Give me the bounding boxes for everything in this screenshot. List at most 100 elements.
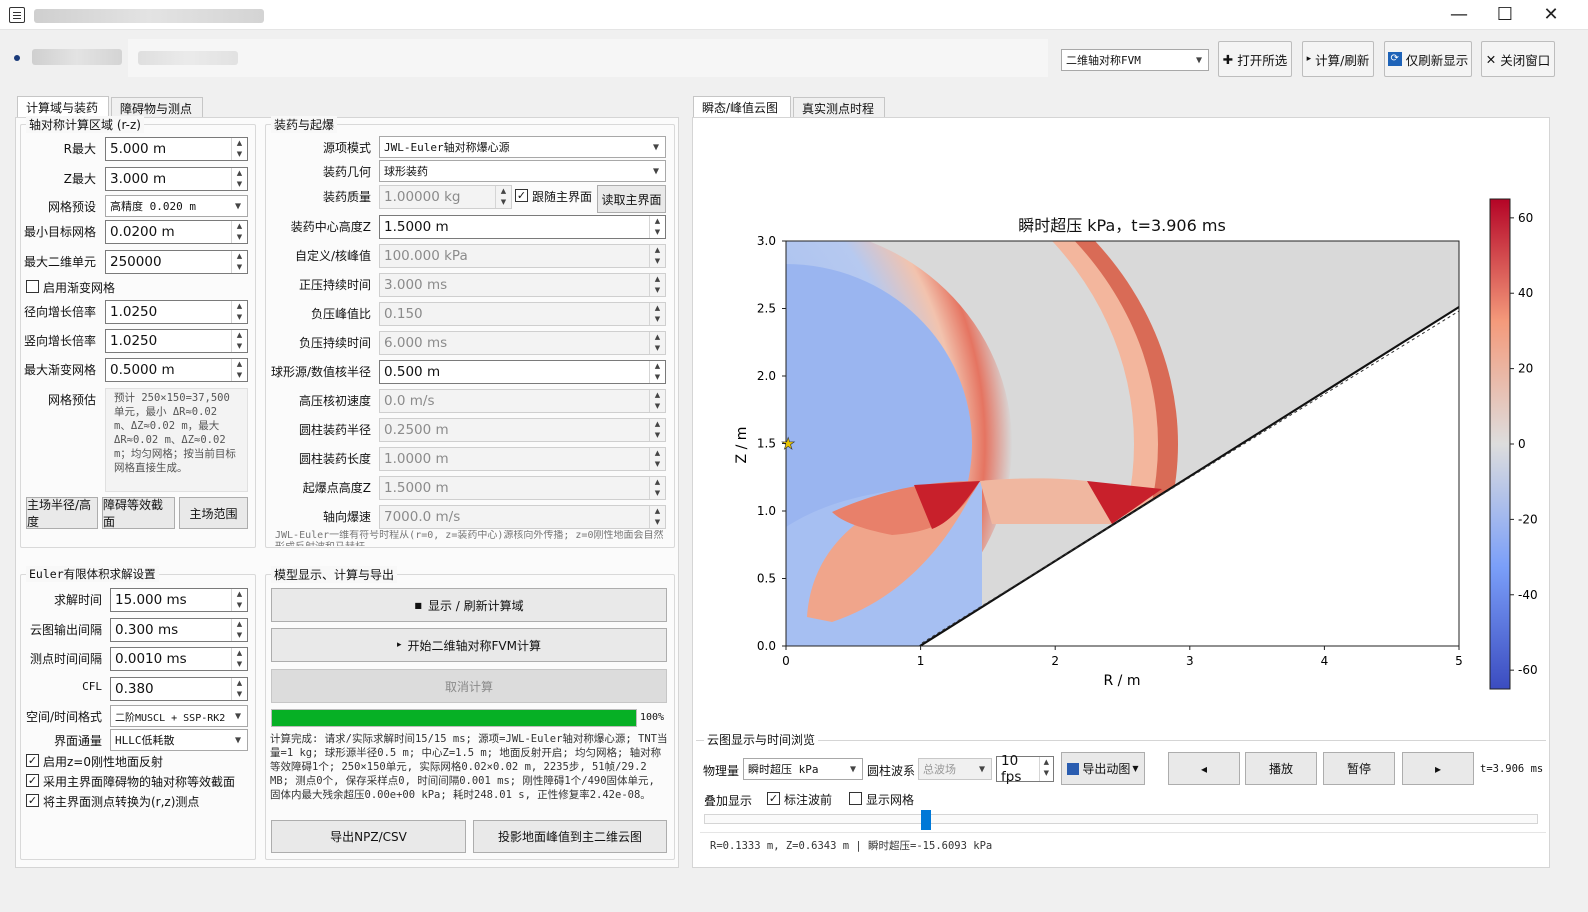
- pause-button[interactable]: 暂停: [1323, 752, 1395, 785]
- charge-row-input[interactable]: 0.500 m ▲ ▼: [379, 360, 666, 384]
- cancel-compute-button[interactable]: 取消计算: [271, 669, 667, 703]
- spin-arrows-icon[interactable]: ▲ ▼: [231, 330, 247, 352]
- spin-arrows-icon[interactable]: ▲ ▼: [231, 138, 247, 160]
- vertical-growth-input[interactable]: 1.0250 ▲ ▼: [105, 329, 248, 353]
- spin-arrows-icon[interactable]: ▲ ▼: [649, 332, 665, 354]
- maximize-button[interactable]: ☐: [1482, 0, 1528, 30]
- time-slider-track[interactable]: [704, 814, 1538, 824]
- charge-row-input[interactable]: 0.0 m/s ▲ ▼: [379, 389, 666, 413]
- spin-arrows-icon[interactable]: ▲ ▼: [649, 448, 665, 470]
- min-cell-input[interactable]: 0.0200 m ▲ ▼: [105, 220, 248, 244]
- main-radius-height-button[interactable]: 主场半径/高度: [26, 497, 98, 529]
- probe-interval-input[interactable]: 0.0010 ms ▲ ▼: [110, 647, 248, 671]
- charge-row-input[interactable]: 7000.0 m/s ▲ ▼: [379, 505, 666, 529]
- ground-reflection-checkbox[interactable]: ✓: [26, 754, 39, 767]
- spin-arrows-icon[interactable]: ▲ ▼: [649, 361, 665, 383]
- radial-growth-input[interactable]: 1.0250 ▲ ▼: [105, 300, 248, 324]
- time-slider-thumb[interactable]: [920, 810, 931, 830]
- mesh-preset-select[interactable]: 高精度 0.020 m ▼: [105, 195, 248, 217]
- charge-row-input[interactable]: 100.000 kPa ▲ ▼: [379, 244, 666, 268]
- zmax-input[interactable]: 3.000 m ▲ ▼: [105, 167, 248, 191]
- spin-arrows-icon[interactable]: ▲ ▼: [649, 419, 665, 441]
- spin-arrows-icon[interactable]: ▲ ▼: [649, 390, 665, 412]
- charge-mass-input[interactable]: 1.00000 kg ▲ ▼: [379, 185, 512, 209]
- progress-fill: [272, 710, 636, 726]
- physics-select[interactable]: 瞬时超压 kPa ▼: [743, 758, 863, 780]
- solve-time-input[interactable]: 15.000 ms ▲ ▼: [110, 588, 248, 612]
- rmax-input[interactable]: 5.000 m ▲ ▼: [105, 137, 248, 161]
- max-gradual-input[interactable]: 0.5000 m ▲ ▼: [105, 358, 248, 382]
- mark-front-checkbox[interactable]: ✓: [767, 792, 780, 805]
- refresh-icon: ⟳: [1387, 52, 1402, 66]
- flux-select[interactable]: HLLC低耗散 ▼: [110, 729, 248, 751]
- main-range-button[interactable]: 主场范围: [179, 497, 248, 529]
- spin-arrows-icon[interactable]: ▲ ▼: [649, 274, 665, 296]
- scheme-select[interactable]: 二阶MUSCL + SSP-RK2 ▼: [110, 705, 248, 727]
- output-interval-input[interactable]: 0.300 ms ▲ ▼: [110, 618, 248, 642]
- start-compute-button[interactable]: ▸ 开始二维轴对称FVM计算: [271, 628, 667, 662]
- spin-arrows-icon[interactable]: ▲ ▼: [231, 221, 247, 243]
- minimize-button[interactable]: —: [1436, 0, 1482, 30]
- mode-select[interactable]: 二维轴对称FVM ▼: [1061, 49, 1209, 71]
- cfl-input[interactable]: 0.380 ▲ ▼: [110, 677, 248, 701]
- spin-arrows-icon[interactable]: ▲ ▼: [231, 678, 247, 700]
- charge-geometry-select[interactable]: 球形装药 ▼: [379, 160, 666, 182]
- spin-arrows-icon[interactable]: ▲ ▼: [231, 619, 247, 641]
- obstacle-section-checkbox[interactable]: ✓: [26, 774, 39, 787]
- y-tick-label: 1.5: [757, 437, 776, 451]
- export-npz-button[interactable]: 导出NPZ/CSV: [271, 820, 466, 853]
- read-main-button[interactable]: 读取主界面: [597, 185, 666, 213]
- fps-input[interactable]: 10 fps ▲ ▼: [996, 753, 1054, 785]
- chevron-down-icon: ▼: [1132, 764, 1139, 773]
- prev-frame-button[interactable]: ◂: [1168, 752, 1240, 785]
- probe-convert-checkbox[interactable]: ✓: [26, 794, 39, 807]
- tab-domain-charge[interactable]: 计算域与装药: [17, 96, 109, 118]
- open-selected-button[interactable]: ✚ 打开所选: [1218, 41, 1292, 77]
- spin-arrows-icon[interactable]: ▲ ▼: [649, 477, 665, 499]
- follow-main-checkbox[interactable]: ✓: [515, 189, 528, 202]
- spin-arrows-icon[interactable]: ▲ ▼: [231, 359, 247, 381]
- colorbar-tick-label: 20: [1518, 362, 1533, 376]
- charge-row-input[interactable]: 1.5000 m ▲ ▼: [379, 215, 666, 239]
- gradual-mesh-checkbox[interactable]: [26, 280, 39, 293]
- project-ground-button[interactable]: 投影地面峰值到主二维云图: [473, 820, 667, 853]
- spin-arrows-icon[interactable]: ▲ ▼: [495, 186, 511, 208]
- spin-arrows-icon[interactable]: ▲ ▼: [649, 216, 665, 238]
- close-window-button[interactable]: ✕: [1528, 0, 1574, 30]
- max-cells-input[interactable]: 250000 ▲ ▼: [105, 250, 248, 274]
- show-domain-button[interactable]: ■ 显示 / 刷新计算域: [271, 588, 667, 622]
- spin-arrows-icon[interactable]: ▲ ▼: [649, 303, 665, 325]
- charge-row-input[interactable]: 3.000 ms ▲ ▼: [379, 273, 666, 297]
- charge-row-input[interactable]: 6.000 ms ▲ ▼: [379, 331, 666, 355]
- charge-row-input[interactable]: 1.0000 m ▲ ▼: [379, 447, 666, 471]
- spin-arrows-icon[interactable]: ▲ ▼: [1038, 757, 1053, 781]
- obstacle-section-button[interactable]: 障碍等效截面: [102, 497, 175, 529]
- spin-arrows-icon[interactable]: ▲ ▼: [231, 168, 247, 190]
- cylwave-select[interactable]: 总波场 ▼: [918, 758, 992, 780]
- export-animation-button[interactable]: 导出动图 ▼: [1061, 752, 1145, 785]
- refresh-display-button[interactable]: ⟳ 仅刷新显示: [1384, 41, 1472, 77]
- tab-transient-peak[interactable]: 瞬态/峰值云图: [693, 96, 791, 118]
- spin-arrows-icon[interactable]: ▲ ▼: [231, 301, 247, 323]
- close-panel-button[interactable]: ✕ 关闭窗口: [1481, 41, 1555, 77]
- source-mode-select[interactable]: JWL-Euler轴对称爆心源 ▼: [379, 136, 666, 158]
- charge-row-input[interactable]: 0.150 ▲ ▼: [379, 302, 666, 326]
- app-menu-icon[interactable]: [9, 7, 25, 23]
- charge-row-input[interactable]: 0.2500 m ▲ ▼: [379, 418, 666, 442]
- tab-probe-history[interactable]: 真实测点时程: [793, 97, 885, 117]
- show-grid-checkbox[interactable]: [849, 792, 862, 805]
- chevron-down-icon: ▼: [849, 763, 857, 775]
- spin-arrows-icon[interactable]: ▲ ▼: [649, 245, 665, 267]
- tab-obstacles-probes[interactable]: 障碍物与测点: [111, 97, 203, 117]
- spin-arrows-icon[interactable]: ▲ ▼: [649, 506, 665, 528]
- colorbar-tick-label: 40: [1518, 286, 1533, 300]
- spin-arrows-icon[interactable]: ▲ ▼: [231, 251, 247, 273]
- spin-arrows-icon[interactable]: ▲ ▼: [231, 648, 247, 670]
- next-frame-button[interactable]: ▸: [1402, 752, 1474, 785]
- charge-row-input[interactable]: 1.5000 m ▲ ▼: [379, 476, 666, 500]
- rmax-label: R最大: [63, 142, 96, 156]
- play-button[interactable]: 播放: [1245, 752, 1317, 785]
- compute-refresh-button[interactable]: ▸ 计算/刷新: [1302, 41, 1374, 77]
- charge-row-label: 轴向爆速: [322, 510, 371, 524]
- spin-arrows-icon[interactable]: ▲ ▼: [231, 589, 247, 611]
